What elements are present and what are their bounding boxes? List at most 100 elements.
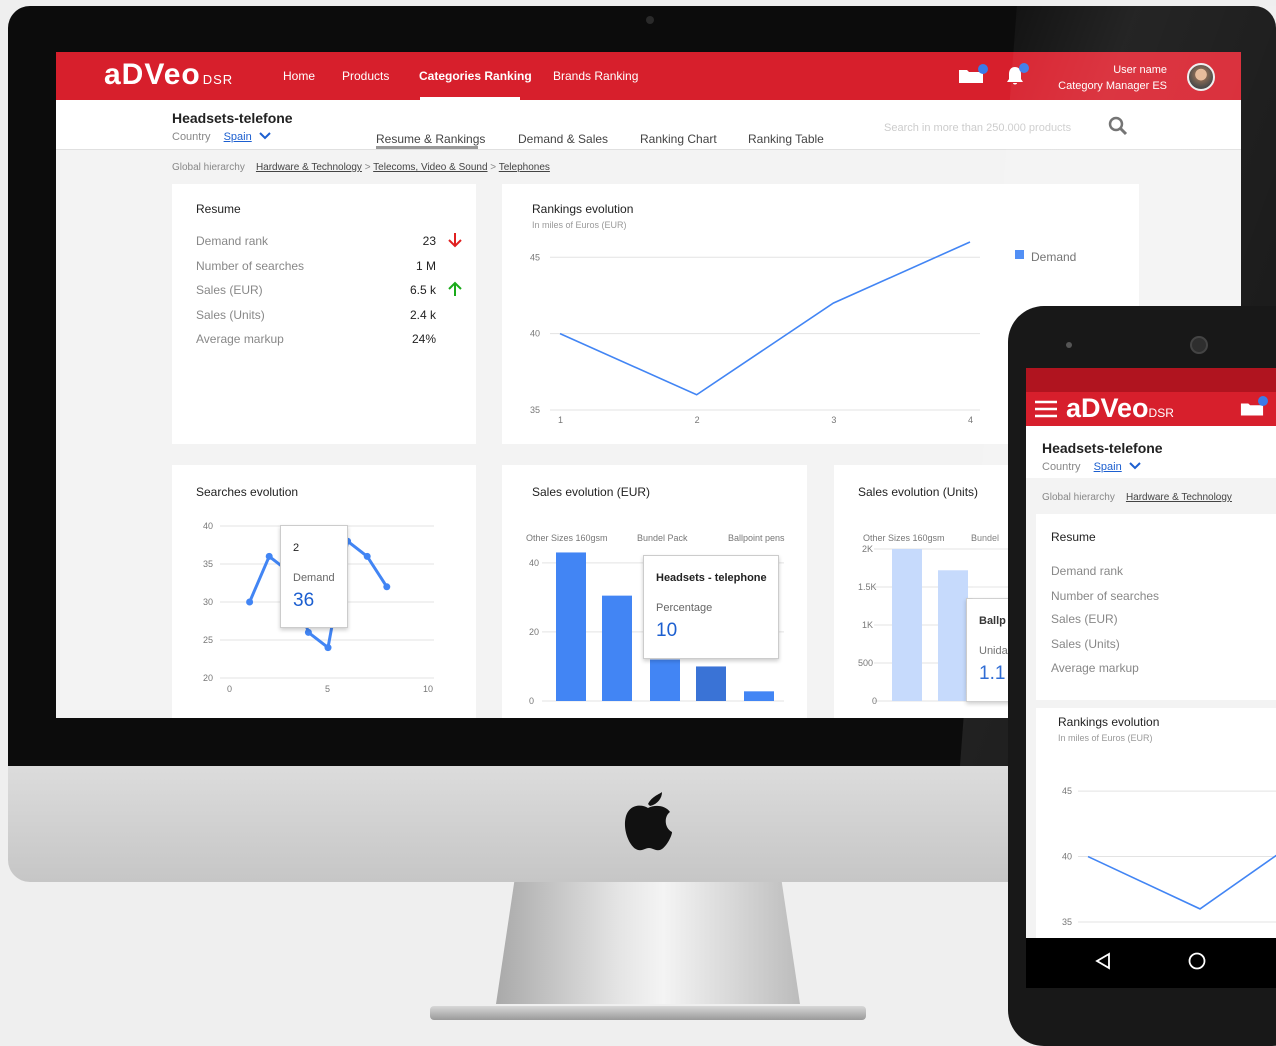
phone-rankings-chart: 35 40 45 bbox=[1062, 786, 1276, 927]
y-tick-label: 35 bbox=[1062, 917, 1072, 927]
home-circle-icon[interactable] bbox=[1188, 952, 1206, 970]
bell-notification-dot bbox=[1019, 63, 1029, 73]
brand-logo[interactable]: aDVeo DSR bbox=[104, 58, 233, 92]
data-point bbox=[324, 644, 332, 652]
tab-demand-sales[interactable]: Demand & Sales bbox=[518, 132, 608, 146]
y-tick-label: 35 bbox=[203, 559, 213, 569]
arrow-up-icon bbox=[448, 281, 462, 296]
page-title: Headsets-telefone bbox=[172, 110, 293, 126]
phone-resume-row: Number of searches1 bbox=[1051, 589, 1160, 603]
phone-screen: aDVeoDSR Headsets-telefone Country Spain… bbox=[1026, 368, 1276, 938]
breadcrumb-item-telephones[interactable]: Telephones bbox=[499, 162, 550, 173]
tooltip-title: Ballp bbox=[979, 615, 1006, 627]
arrow-down-icon bbox=[448, 233, 462, 248]
category-label: Other Sizes 160gsm bbox=[863, 533, 945, 543]
bar bbox=[650, 659, 680, 701]
phone-navbar: aDVeoDSR bbox=[1026, 392, 1276, 426]
tab-active-indicator bbox=[376, 146, 478, 149]
legend-label-demand: Demand bbox=[1031, 250, 1077, 264]
search-icon[interactable] bbox=[1108, 116, 1128, 136]
tooltip-label: Demand bbox=[293, 572, 335, 584]
tooltip-value: 36 bbox=[293, 590, 315, 611]
phone-resume-row: Sales (EUR)6. bbox=[1051, 612, 1276, 626]
x-tick-label: 2 bbox=[695, 415, 700, 425]
tab-resume-rankings[interactable]: Resume & Rankings bbox=[376, 132, 485, 146]
resume-row-searches: Number of searches 1 M bbox=[196, 259, 436, 273]
searches-evolution-card: Searches evolution 20 25 30 35 40 0 5 10 2 Dema… bbox=[172, 465, 476, 718]
chevron-down-icon[interactable] bbox=[259, 132, 271, 140]
data-point bbox=[363, 552, 371, 560]
x-tick-label: 0 bbox=[227, 684, 232, 694]
phone-brand-logo[interactable]: aDVeoDSR bbox=[1066, 393, 1174, 424]
y-tick-label: 30 bbox=[203, 597, 213, 607]
breadcrumb: Global hierarchy Hardware & Technology >… bbox=[172, 162, 550, 173]
resume-row-sales-eur: Sales (EUR) 6.5 k bbox=[196, 281, 466, 303]
phone-page-title: Headsets-telefone bbox=[1042, 440, 1163, 456]
nav-brands-ranking[interactable]: Brands Ranking bbox=[553, 69, 638, 83]
tooltip-label: Percentage bbox=[656, 602, 713, 614]
bar bbox=[744, 691, 774, 701]
country-selector[interactable]: Country Spain bbox=[172, 131, 271, 143]
y-tick-label: 40 bbox=[530, 329, 540, 339]
tab-ranking-table[interactable]: Ranking Table bbox=[748, 132, 824, 146]
phone-status-bar bbox=[1026, 368, 1276, 392]
tab-ranking-chart[interactable]: Ranking Chart bbox=[640, 132, 717, 146]
y-tick-label: 25 bbox=[203, 635, 213, 645]
phone-sensor bbox=[1066, 342, 1072, 348]
folder-notification-dot bbox=[1258, 396, 1268, 406]
phone-resume-row: Sales (Units)2. bbox=[1051, 637, 1276, 651]
category-label: Ballpoint pens bbox=[728, 533, 785, 543]
tooltip-x: 2 bbox=[293, 542, 300, 554]
phone-country-selector[interactable]: Country Spain bbox=[1042, 461, 1141, 473]
data-point bbox=[246, 598, 254, 606]
chevron-down-icon[interactable] bbox=[1129, 462, 1141, 470]
monitor-stand bbox=[496, 882, 800, 1004]
phone-resume-title: Resume bbox=[1051, 530, 1096, 544]
breadcrumb-item-telecoms[interactable]: Telecoms, Video & Sound bbox=[373, 162, 487, 173]
y-tick-label: 35 bbox=[530, 405, 540, 415]
search-input[interactable]: Search in more than 250.000 products bbox=[884, 122, 1071, 134]
breadcrumb-separator: > bbox=[364, 162, 371, 173]
country-value-link[interactable]: Spain bbox=[224, 131, 252, 143]
country-label: Country bbox=[172, 131, 211, 143]
hamburger-menu-icon[interactable] bbox=[1034, 400, 1058, 418]
phone-resume-row: Demand rank bbox=[1051, 564, 1124, 578]
y-tick-label: 0 bbox=[529, 696, 534, 706]
nav-categories-ranking[interactable]: Categories Ranking bbox=[419, 69, 532, 83]
page-header: Headsets-telefone Country Spain Resume &… bbox=[56, 100, 1241, 150]
avatar[interactable] bbox=[1187, 63, 1215, 91]
tooltip-value: 10 bbox=[656, 620, 678, 641]
y-tick-label: 45 bbox=[530, 252, 540, 262]
resume-row-sales-units: Sales (Units) 2.4 k bbox=[196, 308, 436, 322]
bar bbox=[938, 570, 968, 701]
y-tick-label: 45 bbox=[1062, 786, 1072, 796]
data-point bbox=[304, 628, 312, 636]
phone-breadcrumb: Global hierarchy Hardware & Technology bbox=[1042, 492, 1232, 503]
phone-breadcrumb-item[interactable]: Hardware & Technology bbox=[1126, 492, 1232, 503]
x-tick-label: 3 bbox=[831, 415, 836, 425]
demand-series-line bbox=[1087, 854, 1276, 910]
folder-notification-dot bbox=[978, 64, 988, 74]
category-label: Bundel bbox=[971, 533, 999, 543]
phone-camera bbox=[1190, 336, 1208, 354]
nav-home[interactable]: Home bbox=[283, 69, 315, 83]
tooltip-title: Headsets - telephone bbox=[656, 572, 767, 584]
y-tick-label: 40 bbox=[529, 558, 539, 568]
y-tick-label: 40 bbox=[203, 521, 213, 531]
y-tick-label: 2K bbox=[862, 544, 873, 554]
y-tick-label: 40 bbox=[1062, 852, 1072, 862]
nav-products[interactable]: Products bbox=[342, 69, 389, 83]
x-tick-label: 10 bbox=[423, 684, 433, 694]
apple-logo-icon bbox=[624, 792, 672, 851]
resume-card: Resume Demand rank 23 Number of searches 1… bbox=[172, 184, 476, 444]
breadcrumb-label: Global hierarchy bbox=[172, 162, 245, 173]
phone-resume-row: Average markup2 bbox=[1051, 661, 1139, 675]
user-info[interactable]: User name Category Manager ES bbox=[1058, 62, 1167, 94]
x-tick-label: 5 bbox=[325, 684, 330, 694]
legend-swatch-demand bbox=[1015, 250, 1024, 259]
phone-nav-bar bbox=[1026, 938, 1276, 988]
searches-tooltip: 2 Demand 36 bbox=[280, 525, 348, 628]
back-icon[interactable] bbox=[1094, 952, 1112, 970]
breadcrumb-item-hardware[interactable]: Hardware & Technology bbox=[256, 162, 362, 173]
phone-country-value[interactable]: Spain bbox=[1094, 461, 1122, 473]
